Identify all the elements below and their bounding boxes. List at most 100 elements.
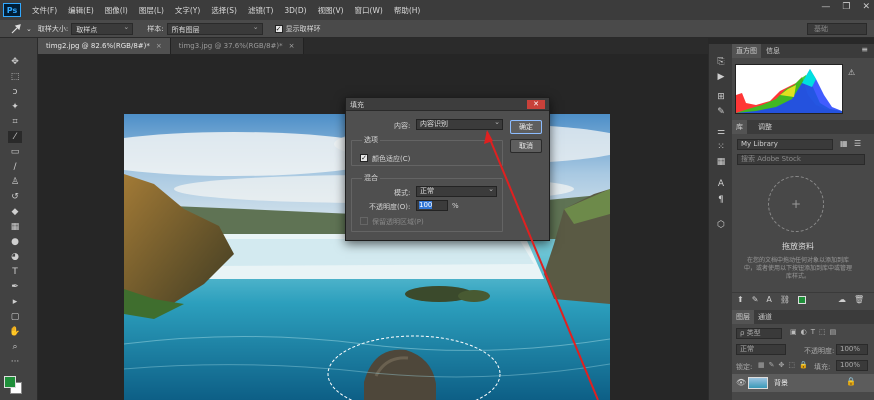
content-select[interactable]: 内容识别 [416,118,503,130]
opacity-value: 100 [419,201,433,209]
layer-row-background[interactable]: 👁 背景 🔒 [732,374,874,392]
text-icon[interactable]: A [766,295,771,304]
gradient-tool-icon[interactable]: ▦ [8,221,22,233]
marquee-tool-icon[interactable]: ⬚ [8,71,22,83]
grid-view-icon[interactable]: ▦ [840,139,848,148]
blur-tool-icon[interactable]: ● [8,236,22,248]
brush-icon[interactable]: ✎ [752,295,759,304]
minimize-button[interactable]: — [821,2,830,12]
tab-libraries[interactable]: 库 [732,120,747,134]
color-adapt-checkbox[interactable]: ✓ [360,154,368,162]
adjustments-icon[interactable]: ⚌ [714,126,728,138]
layer-lock-icon: 🔒 [846,377,856,386]
menu-layer[interactable]: 图层(L) [139,5,164,16]
menu-type[interactable]: 文字(Y) [175,5,200,16]
dialog-close-button[interactable]: ✕ [527,100,545,109]
lasso-tool-icon[interactable]: ↄ [8,86,22,98]
magic-wand-tool-icon[interactable]: ✦ [8,101,22,113]
warning-icon[interactable]: ⚠ [848,68,855,77]
tools-panel: ✥ ⬚ ↄ ✦ ⌗ ⁄ ▭ ∕ ♙ ↺ ◆ ▦ ● ◕ T ✒ ▸ ▢ ✋ ⌕ … [0,38,38,400]
eraser-tool-icon[interactable]: ◆ [8,206,22,218]
show-ring-checkbox[interactable]: ✓ [274,24,283,33]
preserve-transparency-checkbox[interactable] [360,217,368,225]
lock-icons[interactable]: ▦✎✥⬚🔒 [758,361,812,369]
menu-help[interactable]: 帮助(H) [394,5,421,16]
history-brush-icon[interactable]: ↺ [8,191,22,203]
show-ring-label: 显示取样环 [285,24,321,33]
zoom-tool-icon[interactable]: ⌕ [8,341,22,353]
stock-search-input[interactable]: 搜索 Adobe Stock [737,154,865,165]
history-panel-icon[interactable]: ⎘ [714,56,728,68]
eyedropper-tool-icon[interactable] [10,23,22,35]
sample-size-select[interactable]: 取样点 [71,22,134,35]
move-tool-icon[interactable]: ✥ [8,56,22,68]
layer-filter-select[interactable]: ρ 类型 [736,328,782,339]
tab-timg3[interactable]: timg3.jpg @ 37.6%(RGB/8#)* × [170,38,304,54]
properties-panel-icon[interactable]: ⊞ [714,91,728,103]
eyedropper-tool-icon[interactable]: ⁄ [8,131,22,143]
drag-title: 拖放资料 [782,242,814,251]
menu-image[interactable]: 图像(I) [105,5,128,16]
menu-3d[interactable]: 3D(D) [284,6,306,15]
panel-menu-icon[interactable]: ≡ [861,45,868,54]
more-tools-icon[interactable]: ··· [8,356,22,368]
brush-settings-icon[interactable]: ✎ [714,106,728,118]
menu-file[interactable]: 文件(F) [32,5,57,16]
library-footer: ⬆ ✎ A ⛓ ☁ 🗑 [732,292,874,306]
close-icon[interactable]: × [289,42,295,50]
cancel-button[interactable]: 取消 [510,139,542,153]
menu-edit[interactable]: 编辑(E) [68,5,94,16]
pen-tool-icon[interactable]: ✒ [8,281,22,293]
blend-mode-select[interactable]: 正常 [736,344,786,355]
menu-filter[interactable]: 滤镜(T) [248,5,273,16]
swatches-icon[interactable]: ▦ [714,156,728,168]
paragraph-panel-icon[interactable]: ¶ [714,194,728,206]
trash-icon[interactable]: 🗑 [854,295,864,304]
healing-tool-icon[interactable]: ▭ [8,146,22,158]
tab-timg2[interactable]: timg2.jpg @ 82.6%(RGB/8#)* × [38,38,171,54]
dodge-tool-icon[interactable]: ◕ [8,251,22,263]
3d-panel-icon[interactable]: ⬡ [714,219,728,231]
mode-select[interactable]: 正常 [416,185,497,197]
ok-button[interactable]: 确定 [510,120,542,134]
brush-tool-icon[interactable]: ∕ [8,161,22,173]
styles-icon[interactable]: ⁙ [714,141,728,153]
sample-select[interactable]: 所有图层 [166,22,263,35]
menu-select[interactable]: 选择(S) [211,5,237,16]
type-tool-icon[interactable]: T [8,266,22,278]
link-icon[interactable]: ⛓ [780,295,790,304]
tab-channels[interactable]: 通道 [754,310,776,324]
library-select[interactable]: My Library [737,139,833,150]
chevron-down-icon[interactable]: ⌄ [26,25,32,33]
add-asset-icon[interactable]: + [768,176,824,232]
lock-label: 锁定: [736,363,753,371]
path-select-icon[interactable]: ▸ [8,296,22,308]
filter-icons[interactable]: ▣◐T⬚▤ [790,328,840,336]
close-icon[interactable]: × [156,42,162,50]
actions-panel-icon[interactable]: ▶ [714,71,728,83]
cloud-icon[interactable]: ☁ [838,295,846,304]
stamp-tool-icon[interactable]: ♙ [8,176,22,188]
menu-window[interactable]: 窗口(W) [355,5,383,16]
menu-view[interactable]: 视图(V) [318,5,344,16]
hand-tool-icon[interactable]: ✋ [8,326,22,338]
foreground-color-swatch[interactable] [4,376,16,388]
panels-column: 直方图 信息 ≡ ⚠ 库 调整 My Library ▦ ☰ 搜索 Adobe … [732,44,874,400]
close-window-button[interactable]: ✕ [862,2,870,12]
layer-opacity-input[interactable]: 100% [836,344,868,355]
maximize-button[interactable]: ❐ [842,2,850,12]
upload-icon[interactable]: ⬆ [737,295,744,304]
opacity-input[interactable]: 100 [416,200,448,211]
layer-fill-input[interactable]: 100% [836,360,868,371]
crop-tool-icon[interactable]: ⌗ [8,116,22,128]
workspace-select[interactable]: 基础 [807,23,867,35]
list-view-icon[interactable]: ☰ [854,139,861,148]
visibility-eye-icon[interactable]: 👁 [736,378,746,387]
tab-layers[interactable]: 图层 [732,310,754,324]
tab-info[interactable]: 信息 [762,44,784,58]
tab-histogram[interactable]: 直方图 [732,44,761,58]
tab-adjustments[interactable]: 调整 [754,120,776,134]
color-icon[interactable] [798,295,807,304]
shape-tool-icon[interactable]: ▢ [8,311,22,323]
character-panel-icon[interactable]: A [714,178,728,190]
